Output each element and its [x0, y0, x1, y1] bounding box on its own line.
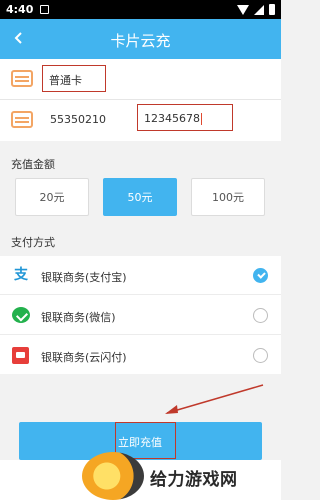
watermark-text: 给力游戏网 — [150, 470, 238, 490]
payment-method-quickpass[interactable]: 银联商务(云闪付) — [0, 336, 281, 375]
card-icon — [11, 111, 33, 128]
page-title: 卡片云充 — [110, 32, 171, 50]
card-number-field[interactable]: 55350210 — [50, 113, 106, 126]
payment-method-label: 银联商务(云闪付) — [41, 351, 127, 364]
amount-option-100[interactable]: 100元 — [191, 178, 265, 216]
payment-method-list: 支 银联商务(支付宝) 银联商务(微信) 银联商务(云闪付) — [0, 256, 281, 374]
payment-method-label: 银联商务(微信) — [41, 311, 116, 324]
annotation-arrow — [165, 384, 264, 414]
wifi-icon — [237, 4, 249, 15]
app-header: 卡片云充 — [0, 19, 281, 59]
card-type-row[interactable]: 普通卡 — [0, 59, 281, 100]
card-password-value: 12345678 — [144, 112, 200, 125]
payment-method-label: 银联商务(支付宝) — [41, 271, 127, 284]
payment-label: 支付方式 — [11, 236, 55, 249]
battery-icon — [269, 4, 275, 15]
status-time: 4:40 — [6, 3, 34, 16]
amount-option-50[interactable]: 50元 — [103, 178, 177, 216]
quickpass-icon — [12, 347, 29, 364]
card-password-field[interactable]: 12345678 — [137, 104, 233, 131]
signal-icon — [254, 4, 264, 15]
radio-unselected[interactable] — [253, 308, 268, 323]
amount-option-20[interactable]: 20元 — [15, 178, 89, 216]
alipay-icon: 支 — [14, 267, 28, 283]
status-icons — [237, 4, 275, 15]
wechat-icon — [12, 307, 30, 323]
submit-label[interactable]: 立即充值 — [118, 434, 162, 450]
text-cursor — [201, 113, 202, 125]
card-number-row: 55350210 12345678 — [0, 100, 281, 141]
radio-selected[interactable] — [253, 268, 268, 283]
payment-method-alipay[interactable]: 支 银联商务(支付宝) — [0, 256, 281, 295]
amount-label: 充值金额 — [11, 158, 55, 171]
card-type-field[interactable]: 普通卡 — [42, 65, 106, 92]
amount-options: 20元 50元 100元 — [0, 178, 281, 222]
watermark-logo — [82, 452, 144, 500]
card-icon — [11, 70, 33, 87]
status-bar: 4:40 — [0, 0, 281, 19]
payment-method-wechat[interactable]: 银联商务(微信) — [0, 296, 281, 335]
card-info-section: 普通卡 55350210 12345678 — [0, 59, 281, 141]
sim-icon — [40, 5, 49, 14]
radio-unselected[interactable] — [253, 348, 268, 363]
card-type-value: 普通卡 — [49, 74, 82, 87]
